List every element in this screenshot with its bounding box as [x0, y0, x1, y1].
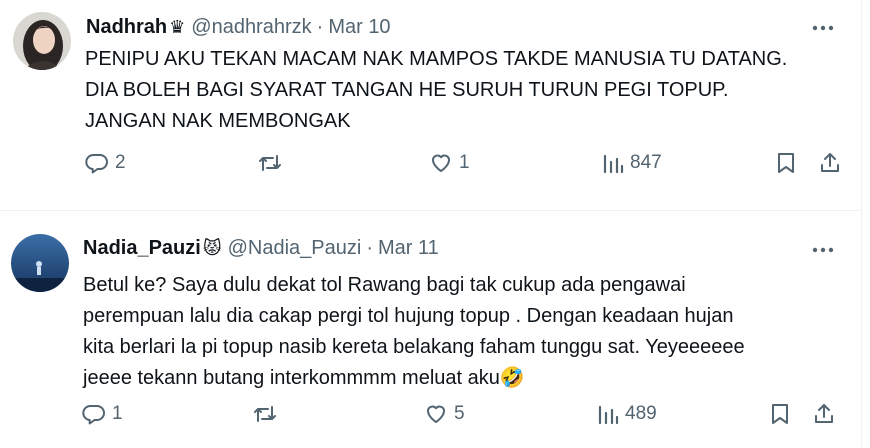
bookmark-button[interactable]: [776, 151, 796, 175]
share-button[interactable]: [818, 151, 842, 175]
like-count: 1: [459, 152, 470, 173]
tweet-date[interactable]: Mar 10: [328, 16, 390, 39]
name-emoji: ♛: [169, 17, 186, 37]
views-button[interactable]: 847: [602, 151, 662, 175]
views-count: 489: [625, 403, 657, 424]
reply-count: 1: [112, 403, 123, 424]
reply-button[interactable]: 2: [85, 151, 126, 175]
avatar[interactable]: [11, 234, 69, 292]
retweet-icon: [252, 402, 278, 426]
reply-icon: [82, 402, 106, 426]
tweet-header: Nadia_Pauzi 😾 @Nadia_Pauzi · Mar 11: [83, 237, 439, 260]
tweet-text-line: PENIPU AKU TEKAN MACAM NAK MAMPOS TAKDE …: [85, 48, 788, 70]
tweet[interactable]: Nadia_Pauzi 😾 @Nadia_Pauzi · Mar 11 Betu…: [0, 218, 862, 448]
bookmark-icon: [770, 402, 790, 426]
name-emoji: 😾: [202, 238, 222, 258]
like-button[interactable]: 5: [424, 402, 465, 426]
tweet-text-line: JANGAN NAK MEMBONGAK: [85, 110, 351, 132]
heart-icon: [429, 151, 453, 175]
share-icon: [812, 402, 836, 426]
reply-button[interactable]: 1: [82, 402, 123, 426]
tweet-actions: 2 1 847: [0, 151, 862, 179]
views-icon: [602, 151, 624, 175]
tweet-text-line: jeeee tekann butang interkommmm meluat a…: [83, 367, 525, 389]
tweet-actions: 1 5 489: [0, 402, 862, 430]
like-count: 5: [454, 403, 465, 424]
like-button[interactable]: 1: [429, 151, 470, 175]
heart-icon: [424, 402, 448, 426]
tweet-text-line: DIA BOLEH BAGI SYARAT TANGAN HE SURUH TU…: [85, 79, 729, 101]
views-count: 847: [630, 152, 662, 173]
reply-icon: [85, 151, 109, 175]
retweet-button[interactable]: [257, 151, 289, 175]
bookmark-button[interactable]: [770, 402, 790, 426]
tweet-text-line: Betul ke? Saya dulu dekat tol Rawang bag…: [83, 274, 686, 296]
bookmark-icon: [776, 151, 796, 175]
display-name[interactable]: Nadia_Pauzi: [83, 237, 201, 260]
separator-dot: ·: [366, 237, 373, 259]
share-button[interactable]: [812, 402, 836, 426]
column-border: [861, 0, 862, 448]
tweet-text-line: perempuan lalu dia cakap pergi tol hujun…: [83, 305, 734, 327]
tweet-header: Nadhrah ♛ @nadhrahrzk · Mar 10: [86, 16, 391, 39]
reply-count: 2: [115, 152, 126, 173]
separator-dot: ·: [316, 16, 324, 38]
retweet-button[interactable]: [252, 402, 284, 426]
tweet-text: PENIPU AKU TEKAN MACAM NAK MAMPOS TAKDE …: [85, 44, 787, 137]
display-name[interactable]: Nadhrah: [86, 16, 167, 39]
share-icon: [818, 151, 842, 175]
tweet-text-line: kita berlari la pi topup nasib kereta be…: [83, 336, 745, 358]
views-icon: [597, 402, 619, 426]
avatar[interactable]: [13, 12, 71, 70]
more-icon[interactable]: [810, 18, 836, 38]
tweet-date[interactable]: Mar 11: [378, 237, 439, 260]
tweet[interactable]: Nadhrah ♛ @nadhrahrzk · Mar 10 PENIPU AK…: [0, 0, 862, 210]
views-button[interactable]: 489: [597, 402, 657, 426]
tweet-text: Betul ke? Saya dulu dekat tol Rawang bag…: [83, 270, 745, 394]
more-icon[interactable]: [810, 240, 836, 260]
retweet-icon: [257, 151, 283, 175]
user-handle[interactable]: @Nadia_Pauzi: [228, 237, 362, 260]
user-handle[interactable]: @nadhrahrzk: [191, 16, 311, 39]
